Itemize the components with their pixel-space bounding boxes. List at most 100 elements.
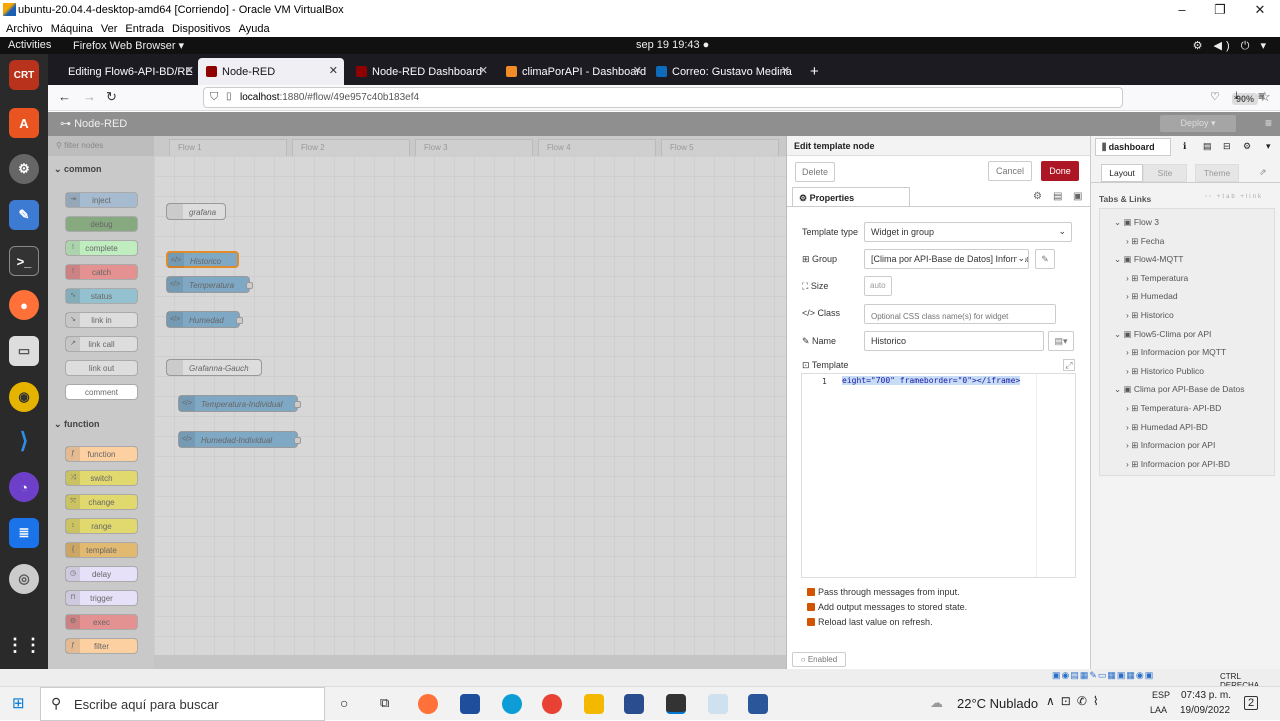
- palette-node-change[interactable]: ⤧ change: [65, 494, 138, 510]
- forward-button[interactable]: →: [83, 89, 96, 104]
- vbox-device-icons[interactable]: ▣◉▤▦✎▭▦▣▦◉▣: [1052, 670, 1154, 681]
- book-icon[interactable]: ▤: [1203, 141, 1212, 152]
- info-icon[interactable]: ℹ: [1183, 141, 1186, 152]
- flow-node-humedad[interactable]: </> Humedad: [166, 311, 243, 328]
- windows-start-icon[interactable]: ⊞: [12, 694, 25, 712]
- tree-tab-item[interactable]: ⌄ ▣ Flow4-MQTT: [1114, 250, 1279, 268]
- crt-app-icon[interactable]: CRT: [9, 60, 39, 90]
- system-tray[interactable]: ⚙ ◀) ⏻ ▾: [1193, 39, 1270, 53]
- tree-group-item[interactable]: › ⊞ Temperatura: [1126, 269, 1280, 287]
- palette-node-delay[interactable]: ◷ delay: [65, 566, 138, 582]
- app-menu[interactable]: Firefox Web Browser ▾: [73, 39, 184, 52]
- writer-icon[interactable]: ≣: [9, 518, 39, 548]
- pocket-icon[interactable]: ♡: [1210, 90, 1220, 103]
- menu-archivo[interactable]: Archivo: [6, 23, 43, 35]
- browser-menu-icon[interactable]: ≡: [1258, 89, 1265, 103]
- close-tab-icon[interactable]: ✕: [329, 64, 338, 77]
- tree-tab-item[interactable]: ⌄ ▣ Flow 3: [1114, 213, 1279, 231]
- app-grid-icon[interactable]: ⋮⋮: [6, 630, 42, 660]
- taskbar-time[interactable]: 07:43 p. m.: [1181, 690, 1231, 701]
- tab-editing-flow[interactable]: Editing Flow6-API-BD/RE ✕: [60, 58, 200, 85]
- tree-group-item[interactable]: › ⊞ Humedad: [1126, 287, 1280, 305]
- menu-ver[interactable]: Ver: [101, 23, 118, 35]
- flow-node-temperatura-individual[interactable]: </> Temperatura-Individual: [178, 395, 301, 412]
- tab-node-red[interactable]: Node-RED ✕: [198, 58, 344, 85]
- tab-theme[interactable]: Theme: [1195, 164, 1239, 182]
- close-tab-icon[interactable]: ✕: [781, 64, 790, 77]
- tab-flow-4[interactable]: Flow 4: [538, 139, 656, 156]
- new-tab-button[interactable]: +: [802, 58, 822, 85]
- template-code-editor[interactable]: 1 eight="700" frameborder="0"></iframe>: [801, 373, 1076, 578]
- close-window-button[interactable]: ✕: [1240, 0, 1280, 20]
- tree-group-item[interactable]: › ⊞ Temperatura- API-BD: [1126, 399, 1280, 417]
- group-select[interactable]: [Clima por API-Base de Datos] Informac ⌄: [864, 249, 1029, 269]
- taskbar-date[interactable]: 19/09/2022: [1180, 705, 1230, 716]
- palette-node-inject[interactable]: ⇥ inject: [65, 192, 138, 208]
- palette-node-debug[interactable]: debug: [65, 216, 138, 232]
- flow-node-humedad-individual[interactable]: </> Humedad-Individual: [178, 431, 301, 448]
- menu-maquina[interactable]: Máquina: [51, 23, 93, 35]
- edit-group-pencil-icon[interactable]: ✎: [1035, 249, 1055, 269]
- deploy-button[interactable]: Deploy ▾: [1160, 115, 1236, 132]
- palette-node-template[interactable]: {template: [65, 542, 138, 558]
- palette-filter-input[interactable]: ⚲ filter nodes: [48, 136, 154, 156]
- sidebar-tab-dashboard[interactable]: ⫼ dashboard: [1095, 138, 1171, 156]
- sidebar-dropdown-icon[interactable]: ▾: [1266, 141, 1271, 152]
- lang-esp[interactable]: ESP: [1152, 690, 1170, 700]
- class-input[interactable]: [864, 304, 1056, 324]
- tree-group-item[interactable]: › ⊞ Historico Publico: [1126, 362, 1280, 380]
- weather-text[interactable]: 22°C Nublado: [957, 696, 1038, 711]
- shield-icon[interactable]: ⛉: [210, 91, 218, 104]
- main-menu-icon[interactable]: ≡: [1265, 116, 1272, 130]
- close-tab-icon[interactable]: ✕: [185, 64, 194, 77]
- menu-ayuda[interactable]: Ayuda: [239, 23, 270, 35]
- edge-taskbar-icon[interactable]: [502, 694, 522, 714]
- close-tab-icon[interactable]: ✕: [479, 64, 488, 77]
- palette-category-function[interactable]: ⌄ function: [54, 419, 100, 430]
- settings-icon[interactable]: ⚙: [9, 154, 39, 184]
- size-button[interactable]: auto: [864, 276, 892, 296]
- back-button[interactable]: ←: [58, 89, 71, 104]
- done-button[interactable]: Done: [1041, 161, 1079, 181]
- template-type-select[interactable]: Widget in group ⌄: [864, 222, 1072, 242]
- tab-flow-3[interactable]: Flow 3: [415, 139, 533, 156]
- tab-node-red-dashboard[interactable]: Node-RED Dashboard ✕: [348, 58, 494, 85]
- tray-icons[interactable]: ∧⊡✆⌇: [1046, 694, 1105, 708]
- vscode-icon[interactable]: ⟩: [9, 426, 39, 456]
- palette-node-link-call[interactable]: ↗ link call: [65, 336, 138, 352]
- palette-node-link-out[interactable]: link out: [65, 360, 138, 376]
- tree-group-item[interactable]: › ⊞ Fecha: [1126, 232, 1280, 250]
- word-taskbar-icon[interactable]: [748, 694, 768, 714]
- appearance-icon[interactable]: ▣: [1073, 191, 1082, 202]
- tab-flow-2[interactable]: Flow 2: [292, 139, 410, 156]
- palette-node-catch[interactable]: ! catch: [65, 264, 138, 280]
- palette-node-filter[interactable]: ƒ filter: [65, 638, 138, 654]
- github-icon[interactable]: ◔: [9, 472, 39, 502]
- reload-button[interactable]: ↻: [106, 89, 117, 105]
- palette-node-exec[interactable]: ⚙ exec: [65, 614, 138, 630]
- lang-laa[interactable]: LAA: [1150, 705, 1167, 715]
- cortana-icon[interactable]: ○: [340, 695, 348, 711]
- terminal-icon[interactable]: >_: [9, 246, 39, 276]
- tab-flow-1[interactable]: Flow 1: [169, 139, 287, 156]
- palette-node-link-in[interactable]: ↘ link in: [65, 312, 138, 328]
- tree-tab-item[interactable]: ⌄ ▣ Flow5-Clima por API: [1114, 325, 1279, 343]
- tab-site[interactable]: Site: [1143, 164, 1187, 182]
- tree-controls[interactable]: ▫▫ +tab +link: [1205, 194, 1263, 200]
- tree-group-item[interactable]: › ⊞ Informacion por API-BD: [1126, 455, 1280, 473]
- menu-dispositivos[interactable]: Dispositivos: [172, 23, 231, 35]
- ubuntu-vm-taskbar-icon[interactable]: [666, 694, 686, 714]
- expand-editor-icon[interactable]: ⤢: [1063, 359, 1075, 371]
- enabled-toggle[interactable]: ○ Enabled: [792, 652, 846, 667]
- close-tab-icon[interactable]: ✕: [633, 64, 642, 77]
- config-icon[interactable]: ⊟: [1223, 141, 1231, 152]
- weather-icon[interactable]: ☁: [930, 695, 943, 711]
- tree-group-item[interactable]: › ⊞ Informacion por API: [1126, 436, 1280, 454]
- palette-node-comment[interactable]: comment: [65, 384, 138, 400]
- tree-tab-item[interactable]: ⌄ ▣ Clima por API-Base de Datos: [1114, 380, 1279, 398]
- tab-clima-dashboard[interactable]: climaPorAPI - Dashboard ✕: [498, 58, 648, 85]
- files-icon[interactable]: ▭: [9, 336, 39, 366]
- add-output-checkbox[interactable]: Add output messages to stored state.: [807, 602, 967, 612]
- store-taskbar-icon[interactable]: [460, 694, 480, 714]
- menu-entrada[interactable]: Entrada: [125, 23, 164, 35]
